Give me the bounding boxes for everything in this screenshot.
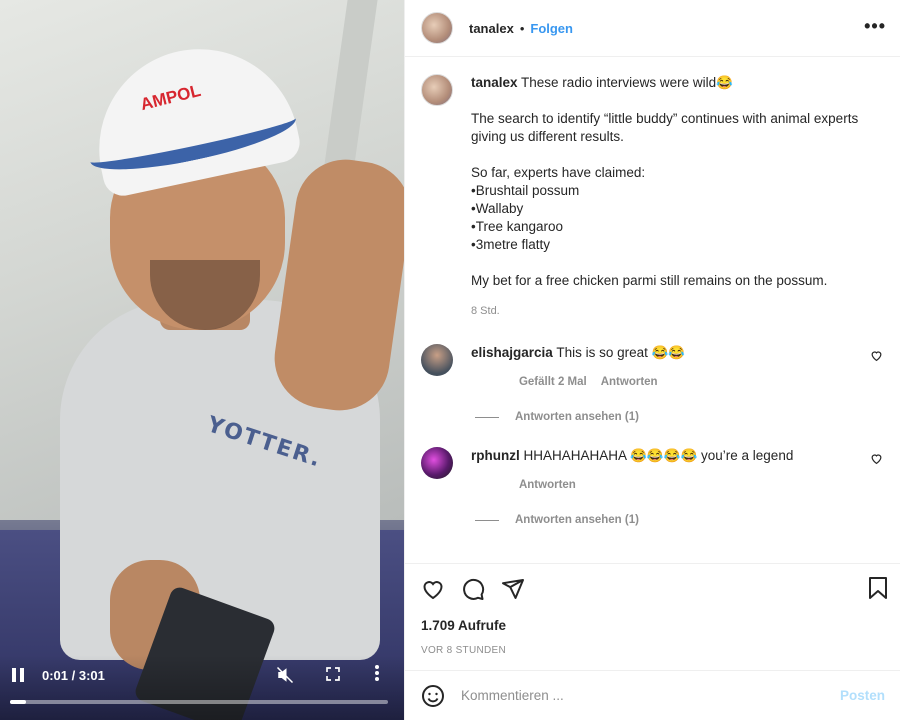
view-replies-label: Antworten ansehen (1) [515,411,639,423]
pause-icon[interactable] [12,668,28,684]
more-options-icon[interactable]: ••• [864,16,886,37]
caption-list-item: •3metre flatty [471,237,551,252]
emoji-icon[interactable] [421,684,445,708]
avatar[interactable] [421,447,453,479]
comment-bar: Posten [405,670,900,720]
heart-icon[interactable] [870,452,883,468]
post-button[interactable]: Posten [840,688,885,703]
avatar[interactable] [421,74,453,106]
caption-line-4: My bet for a free chicken parmi still re… [471,273,828,288]
replies-divider [475,519,499,521]
share-icon[interactable] [501,577,525,601]
comment-icon[interactable] [461,577,485,601]
view-replies-button[interactable]: Antworten ansehen (1) [475,514,885,526]
heart-icon[interactable] [421,577,445,601]
avatar[interactable] [421,344,453,376]
caption-line-3: So far, experts have claimed: [471,165,646,180]
video-player[interactable]: YOTTER. AMPOL 0:01 / 3:01 [0,0,404,720]
video-controls [0,655,404,720]
header-username[interactable]: tanalex [469,21,514,36]
comment-username[interactable]: elishajgarcia [471,345,553,360]
comment-item: elishajgarcia This is so great 😂😂 7 Std.… [421,344,885,391]
caption-list-item: •Tree kangaroo [471,219,564,234]
post-header: tanalex • Folgen ••• [405,0,900,57]
video-progress-fill [10,700,27,704]
comment-text: This is so great 😂😂 [552,345,686,360]
fullscreen-icon[interactable] [325,666,341,686]
more-vertical-icon[interactable] [374,664,380,687]
comment-time[interactable]: 6 Std. [471,479,505,494]
replies-divider [475,416,499,418]
caption-time: 8 Std. [471,305,500,317]
video-time: 0:01 / 3:01 [42,668,105,683]
view-replies-button[interactable]: Antworten ansehen (1) [475,411,885,423]
view-replies-label: Antworten ansehen (1) [515,514,639,526]
follow-button[interactable]: Folgen [530,21,573,36]
post-caption: tanalex These radio interviews were wild… [421,74,885,320]
comment-likes[interactable]: Gefällt 2 Mal [519,376,587,391]
comment-item: rphunzl HHAHAHAHAHA 😂😂😂😂 you’re a legend… [421,447,885,494]
caption-list-item: •Wallaby [471,201,524,216]
bookmark-icon[interactable] [867,576,889,603]
header-separator: • [519,20,525,36]
caption-list-item: •Brushtail possum [471,183,580,198]
post-panel: tanalex • Folgen ••• tanalex These radio… [404,0,900,720]
reply-button[interactable]: Antworten [519,479,576,494]
muted-speaker-icon[interactable] [276,666,294,689]
reply-button[interactable]: Antworten [601,376,658,391]
comment-time[interactable]: 7 Std. [471,376,505,391]
caption-line-1: These radio interviews were wild😂 [517,75,733,90]
post-age: VOR 8 STUNDEN [421,645,507,656]
comments-section[interactable]: tanalex These radio interviews were wild… [405,58,900,563]
post-actions: 1.709 Aufrufe VOR 8 STUNDEN [405,563,900,670]
caption-username[interactable]: tanalex [471,75,518,90]
heart-icon[interactable] [870,349,883,365]
avatar[interactable] [421,12,453,44]
caption-line-2: The search to identify “little buddy” co… [471,111,859,144]
view-count[interactable]: 1.709 Aufrufe [421,618,885,633]
comment-input[interactable] [461,688,840,703]
comment-text: HHAHAHAHAHA 😂😂😂😂 you’re a legend [519,448,794,463]
comment-username[interactable]: rphunzl [471,448,520,463]
video-progress-bar[interactable] [10,700,388,704]
